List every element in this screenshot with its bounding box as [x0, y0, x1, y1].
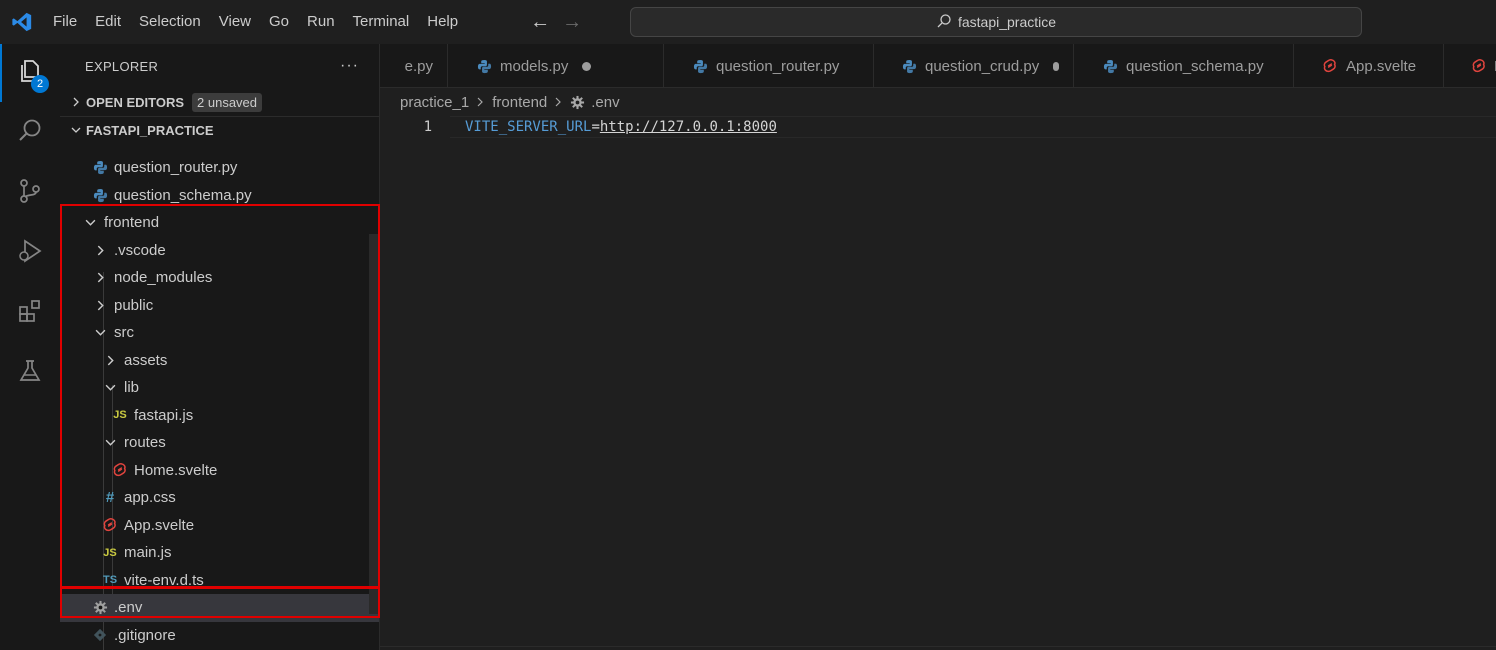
editor-bottom-border: [380, 646, 1496, 647]
folder-label: FASTAPI_PRACTICE: [86, 123, 214, 138]
search-activity[interactable]: [0, 104, 60, 162]
editor-tab[interactable]: question_crud.py: [874, 44, 1074, 87]
breadcrumb-item[interactable]: frontend: [492, 94, 547, 111]
python-icon: [92, 160, 108, 176]
env-key: VITE_SERVER_URL: [465, 119, 592, 135]
open-editors-label: OPEN EDITORS: [86, 94, 185, 110]
tree-file[interactable]: question_router.py: [60, 154, 379, 182]
menu-go[interactable]: Go: [260, 0, 298, 44]
editor-tabs: e.py models.py question_router.py question_…: [380, 44, 1496, 88]
breadcrumb-item-current[interactable]: .env: [591, 94, 619, 111]
unsaved-dot-icon[interactable]: [1053, 61, 1059, 71]
extensions-activity[interactable]: [0, 284, 60, 342]
highlight-frontend-box: [60, 204, 380, 588]
tree-item-label: question_router.py: [114, 159, 238, 177]
tab-label: question_schema.py: [1126, 57, 1264, 75]
menu-file[interactable]: File: [44, 0, 86, 44]
tab-label: App.svelte: [1346, 57, 1417, 75]
env-equals: =: [591, 119, 600, 135]
python-icon: [1102, 58, 1118, 74]
tree-item-label: question_schema.py: [114, 186, 252, 204]
testing-activity[interactable]: [0, 344, 60, 402]
run-debug-activity[interactable]: [0, 224, 60, 282]
forward-arrow-icon[interactable]: →: [561, 11, 583, 34]
tab-label: e.py: [404, 57, 433, 75]
unsaved-badge: 2 unsaved: [192, 92, 263, 112]
editor-tab[interactable]: question_schema.py: [1074, 44, 1294, 87]
line-number: 1: [423, 119, 432, 135]
search-icon: [936, 13, 952, 32]
git-icon: [92, 627, 108, 643]
tree-item-label: .gitignore: [114, 626, 176, 644]
python-icon: [476, 58, 492, 74]
flask-icon: [16, 357, 44, 390]
chevron-right-icon: [476, 94, 485, 111]
svelte-icon: [1472, 58, 1486, 74]
code-line[interactable]: VITE_SERVER_URL=http://127.0.0.1:8000: [465, 116, 777, 138]
open-editors-section[interactable]: OPEN EDITORS 2 unsaved: [60, 88, 379, 116]
explorer-title: EXPLORER: [85, 58, 159, 74]
run-debug-icon: [16, 237, 44, 270]
python-icon: [902, 58, 917, 74]
title-bar: File Edit Selection View Go Run Terminal Help ←…: [0, 0, 1496, 44]
python-icon: [692, 58, 708, 74]
env-value-link[interactable]: http://127.0.0.1:8000: [600, 119, 777, 135]
tab-label: question_router.py: [716, 57, 840, 75]
menu-terminal[interactable]: Terminal: [344, 0, 419, 44]
menu-edit[interactable]: Edit: [86, 0, 130, 44]
folder-section[interactable]: FASTAPI_PRACTICE: [60, 116, 379, 144]
command-center-search[interactable]: fastapi_practice: [630, 7, 1362, 37]
code-editor[interactable]: 1 VITE_SERVER_URL=http://127.0.0.1:8000: [380, 116, 1496, 650]
tab-label: question_crud.py: [925, 57, 1040, 75]
tab-label: models.py: [500, 57, 569, 75]
editor-tab[interactable]: question_router.py: [664, 44, 874, 87]
command-center-label: fastapi_practice: [957, 14, 1057, 30]
svelte-icon: [1322, 58, 1338, 74]
menu-selection[interactable]: Selection: [130, 0, 210, 44]
navigation-arrows: ← →: [529, 11, 583, 34]
chevron-right-icon: [68, 95, 84, 110]
source-control-activity[interactable]: [0, 164, 60, 222]
explorer-activity[interactable]: 2: [0, 44, 60, 102]
editor-tab[interactable]: App.svelte: [1294, 44, 1444, 87]
chevron-right-icon: [554, 94, 563, 111]
gear-icon: [570, 95, 585, 110]
back-arrow-icon[interactable]: ←: [529, 11, 551, 34]
activity-bar: 2: [0, 44, 60, 650]
explorer-badge: 2: [31, 75, 49, 93]
menu-view[interactable]: View: [210, 0, 260, 44]
menu-bar: File Edit Selection View Go Run Terminal Help: [44, 0, 467, 44]
breadcrumb: practice_1 frontend .env: [380, 88, 1496, 116]
tree-file[interactable]: .gitignore: [60, 622, 379, 650]
vscode-logo-icon: [0, 0, 44, 44]
extensions-icon: [16, 297, 44, 330]
vscode-window: File Edit Selection View Go Run Terminal Help ←…: [0, 0, 1496, 650]
chevron-down-icon: [68, 123, 84, 138]
python-icon: [92, 187, 108, 203]
more-actions-icon[interactable]: ···: [340, 57, 359, 75]
editor-tab[interactable]: e.py: [380, 44, 448, 87]
menu-run[interactable]: Run: [298, 0, 344, 44]
editor-tab[interactable]: models.py: [448, 44, 664, 87]
highlight-env-box: [60, 587, 380, 618]
breadcrumb-item[interactable]: practice_1: [400, 94, 469, 111]
search-icon: [16, 117, 44, 150]
editor-tab[interactable]: Home.svelte: [1444, 44, 1496, 87]
explorer-header: EXPLORER ···: [60, 44, 379, 88]
unsaved-dot-icon[interactable]: [582, 61, 592, 71]
source-control-icon: [16, 177, 44, 210]
menu-help[interactable]: Help: [418, 0, 467, 44]
